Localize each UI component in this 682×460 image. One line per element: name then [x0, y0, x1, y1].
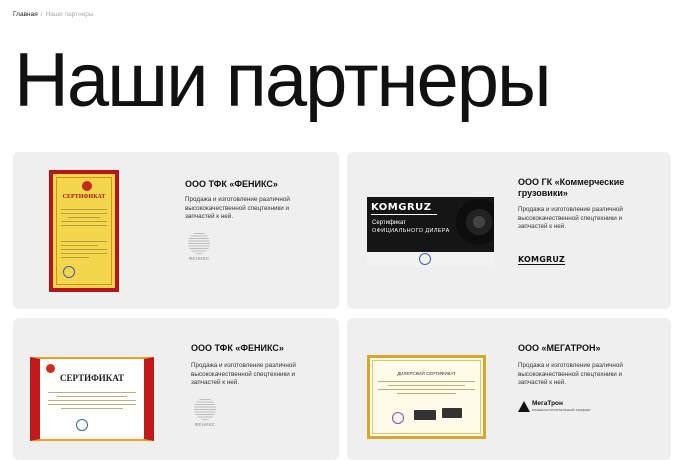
partner-name: ООО ТФК «ФЕНИКС» — [185, 179, 278, 189]
breadcrumb: Главная / Наши партнеры — [13, 11, 94, 18]
stamp-icon — [76, 419, 88, 431]
komgruz-logo-icon: KOMGRUZ — [518, 255, 566, 264]
truck-icon — [414, 410, 436, 420]
fenix-mini-logo-icon — [82, 181, 92, 191]
breadcrumb-separator: / — [40, 11, 43, 18]
partner-description: Продажа и изготовление различной высокок… — [518, 362, 623, 386]
partner-name: ООО ГК «Коммерческие грузовики» — [518, 177, 625, 199]
megatron-logo-icon: МегаТрон МАШИНОСТРОИТЕЛЬНЫЙ ХОЛДИНГ — [518, 400, 591, 412]
partner-name: ООО «МЕГАТРОН» — [518, 343, 601, 353]
certificate-image[interactable]: СЕРТИФИКАТ — [49, 170, 119, 292]
fenix-logo-icon: ФЕНИКС — [185, 232, 213, 266]
certificate-brand: KOMGRUZ — [371, 202, 432, 213]
certificate-title: Сертификат — [372, 220, 406, 226]
wheel-icon — [456, 199, 494, 245]
certificate-title: СЕРТИФИКАТ — [62, 194, 106, 200]
certificate-image[interactable]: ДИЛЕРСКИЙ СЕРТИФИКАТ — [367, 355, 486, 439]
fenix-mini-logo-icon — [46, 364, 55, 373]
partner-card[interactable]: СЕРТИФИКАТ ООО ТФК «ФЕНИКС» Продажа и из… — [13, 152, 339, 309]
truck-icon — [442, 408, 462, 418]
fenix-logo-icon: ФЕНИКС — [191, 398, 219, 432]
stamp-icon — [63, 266, 75, 278]
partner-card[interactable]: ДИЛЕРСКИЙ СЕРТИФИКАТ ООО «МЕГАТРОН» Прод… — [347, 318, 671, 460]
certificate-image[interactable]: KOMGRUZ Сертификат ОФИЦИАЛЬНОГО ДИЛЕРА — [367, 197, 494, 266]
certificate-subtitle: ОФИЦИАЛЬНОГО ДИЛЕРА — [372, 228, 450, 234]
stamp-icon — [419, 253, 431, 265]
stamp-icon — [392, 412, 404, 424]
certificate-title: СЕРТИФИКАТ — [59, 373, 125, 383]
page-title: Наши партнеры — [14, 38, 552, 123]
certificate-title: ДИЛЕРСКИЙ СЕРТИФИКАТ — [397, 371, 456, 376]
partner-description: Продажа и изготовление различной высокок… — [191, 362, 296, 386]
breadcrumb-current: Наши партнеры — [45, 11, 94, 18]
partner-name: ООО ТФК «ФЕНИКС» — [191, 343, 284, 353]
partner-description: Продажа и изготовление различной высокок… — [518, 206, 623, 230]
certificate-image[interactable]: СЕРТИФИКАТ — [30, 357, 154, 441]
partners-grid: СЕРТИФИКАТ ООО ТФК «ФЕНИКС» Продажа и из… — [13, 152, 671, 460]
partner-card[interactable]: KOMGRUZ Сертификат ОФИЦИАЛЬНОГО ДИЛЕРА О… — [347, 152, 671, 309]
partner-card[interactable]: СЕРТИФИКАТ ООО ТФК «ФЕНИКС» Продажа и из… — [13, 318, 339, 460]
breadcrumb-home-link[interactable]: Главная — [13, 11, 38, 18]
partner-description: Продажа и изготовление различной высокок… — [185, 196, 290, 220]
